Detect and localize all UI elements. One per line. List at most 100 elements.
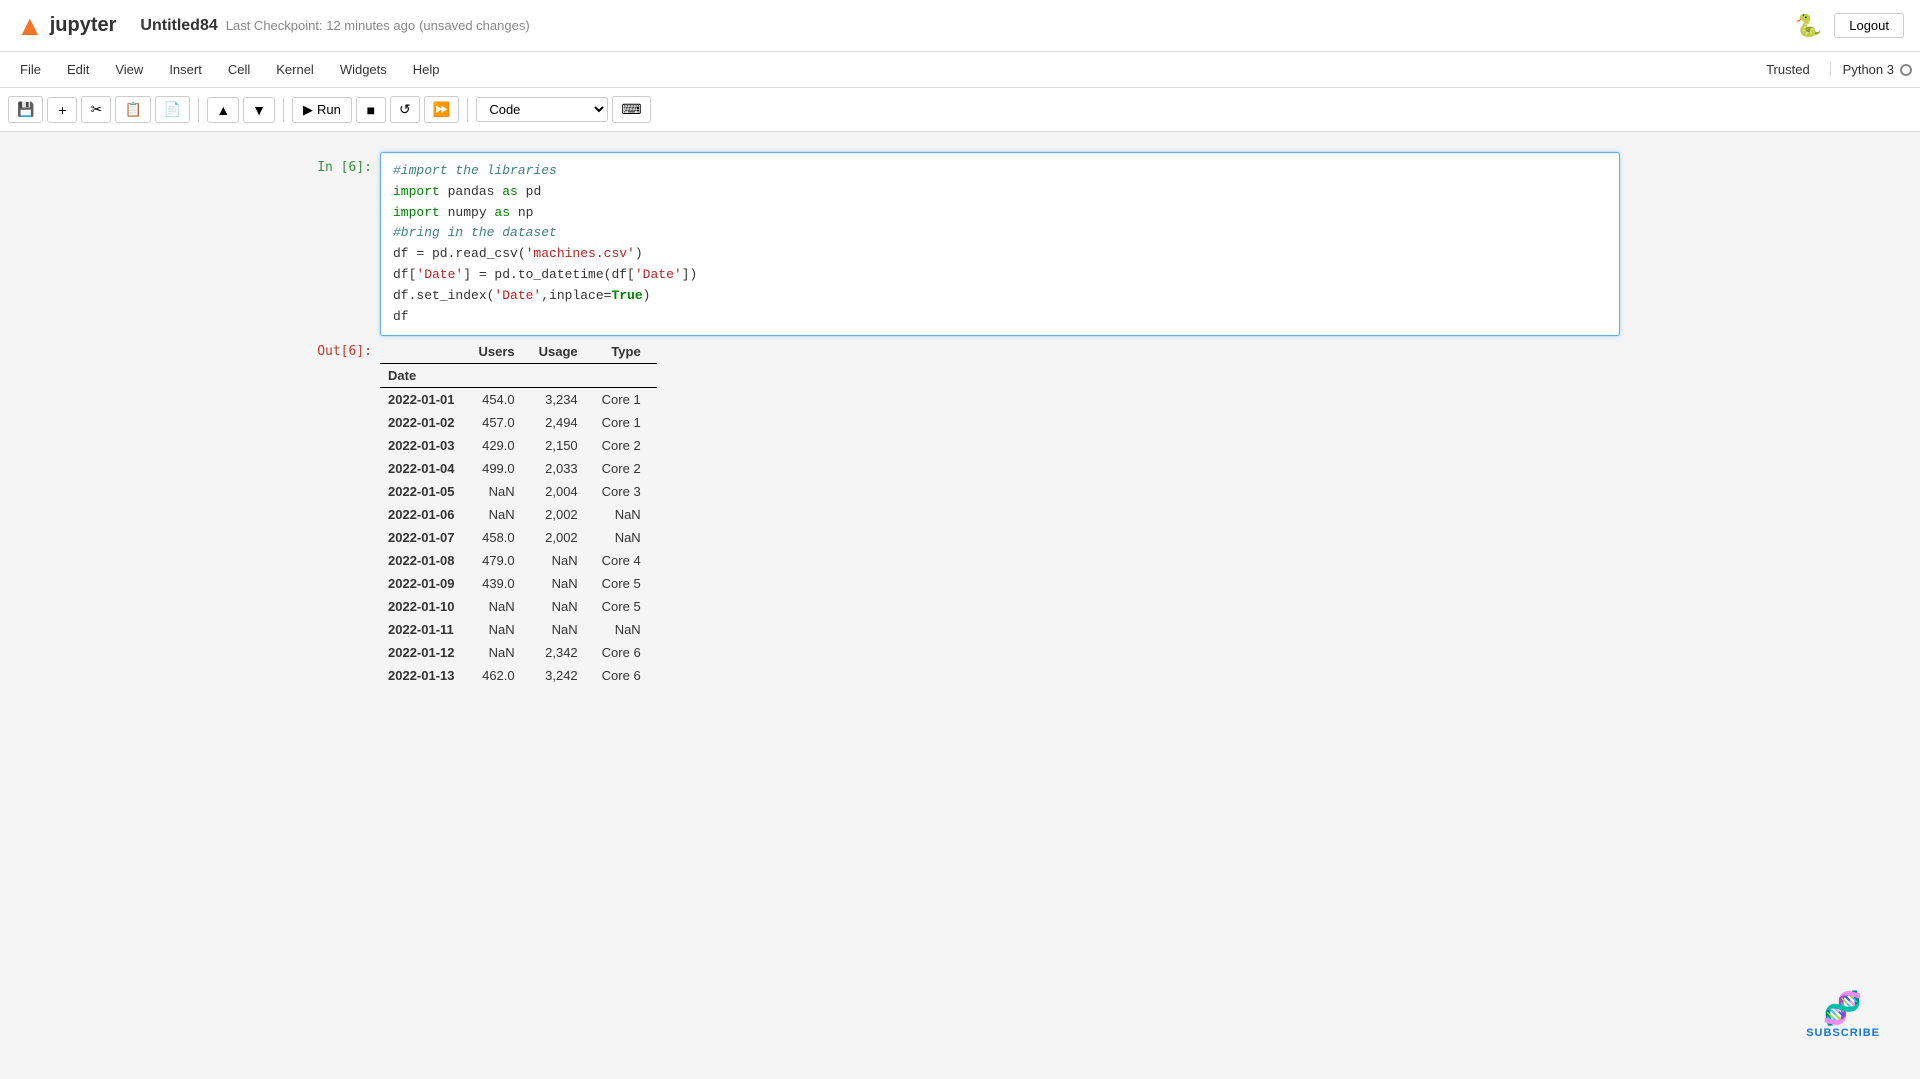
menu-view[interactable]: View — [103, 58, 155, 81]
content: In [6]: #import the libraries import pan… — [0, 132, 1920, 1032]
cell-date: 2022-01-06 — [380, 503, 471, 526]
cell-type: Core 5 — [594, 595, 657, 618]
save-button[interactable]: 💾 — [8, 96, 43, 123]
jupyter-logo: ▲ jupyter — [16, 10, 116, 42]
cell-usage: 3,234 — [531, 388, 594, 412]
table-body: 2022-01-01 454.0 3,234 Core 1 2022-01-02… — [380, 388, 657, 688]
col-index-label: Date — [380, 364, 471, 388]
toolbar: 💾 + ✂ 📋 📄 ▲ ▼ ▶ Run ■ ↺ ⏩ Code Markdown … — [0, 88, 1920, 132]
cell-date: 2022-01-02 — [380, 411, 471, 434]
table-row: 2022-01-05 NaN 2,004 Core 3 — [380, 480, 657, 503]
cell-date: 2022-01-04 — [380, 457, 471, 480]
code-line-1: #import the libraries — [393, 161, 1607, 182]
cell-type: Core 6 — [594, 641, 657, 664]
table-row: 2022-01-10 NaN NaN Core 5 — [380, 595, 657, 618]
run-icon: ▶ — [303, 102, 313, 118]
cell-type: Core 4 — [594, 549, 657, 572]
code-cell: In [6]: #import the libraries import pan… — [300, 152, 1620, 691]
dna-icon: 🧬 — [1823, 989, 1863, 1027]
cell-users: 439.0 — [471, 572, 531, 595]
move-up-button[interactable]: ▲ — [207, 97, 239, 123]
cell-type: NaN — [594, 503, 657, 526]
paste-cell-button[interactable]: 📄 — [155, 96, 190, 123]
cell-usage: 2,004 — [531, 480, 594, 503]
kernel-label: Python 3 — [1843, 62, 1894, 77]
cell-users: 454.0 — [471, 388, 531, 412]
run-label: Run — [317, 102, 341, 117]
separator-3 — [467, 98, 468, 122]
cell-type: Core 2 — [594, 457, 657, 480]
cell-usage: NaN — [531, 595, 594, 618]
interrupt-button[interactable]: ■ — [356, 97, 386, 123]
code-line-7: df.set_index('Date',inplace=True) — [393, 286, 1607, 307]
menu-cell[interactable]: Cell — [216, 58, 262, 81]
cell-date: 2022-01-05 — [380, 480, 471, 503]
add-cell-button[interactable]: + — [47, 97, 77, 123]
cell-users: NaN — [471, 595, 531, 618]
keyboard-shortcuts-button[interactable]: ⌨ — [612, 96, 650, 123]
cell-date: 2022-01-03 — [380, 434, 471, 457]
menu-widgets[interactable]: Widgets — [328, 58, 399, 81]
col-sub-usage — [531, 364, 594, 388]
cell-users: 462.0 — [471, 664, 531, 687]
menu-kernel[interactable]: Kernel — [264, 58, 326, 81]
cell-users: 457.0 — [471, 411, 531, 434]
menu-help[interactable]: Help — [401, 58, 452, 81]
cell-users: NaN — [471, 503, 531, 526]
jupyter-logo-text: jupyter — [50, 14, 117, 37]
cell-usage: 2,002 — [531, 526, 594, 549]
cell-users: NaN — [471, 480, 531, 503]
code-line-5: df = pd.read_csv('machines.csv') — [393, 244, 1607, 265]
notebook-title[interactable]: Untitled84 — [140, 17, 217, 35]
table-row: 2022-01-01 454.0 3,234 Core 1 — [380, 388, 657, 412]
output-content: Users Usage Type Date — [380, 336, 1620, 691]
cell-type: NaN — [594, 526, 657, 549]
menu-right: Trusted Python 3 — [1758, 60, 1912, 79]
menu-edit[interactable]: Edit — [55, 58, 101, 81]
cell-usage: NaN — [531, 549, 594, 572]
cell-date: 2022-01-01 — [380, 388, 471, 412]
cell-date: 2022-01-12 — [380, 641, 471, 664]
col-sub-type — [594, 364, 657, 388]
notebook: In [6]: #import the libraries import pan… — [260, 152, 1660, 691]
cell-type-select[interactable]: Code Markdown Raw NBConvert Heading — [476, 97, 608, 122]
code-editor[interactable]: #import the libraries import pandas as p… — [380, 152, 1620, 336]
table-row: 2022-01-04 499.0 2,033 Core 2 — [380, 457, 657, 480]
trusted-badge: Trusted — [1758, 60, 1818, 79]
cell-usage: NaN — [531, 572, 594, 595]
col-header-usage: Usage — [531, 340, 594, 364]
logout-button[interactable]: Logout — [1834, 13, 1904, 38]
copy-cell-button[interactable]: 📋 — [115, 96, 150, 123]
cell-output: Out[6]: Users Usage Type Date — [300, 336, 1620, 691]
code-line-3: import numpy as np — [393, 203, 1607, 224]
cell-in-label: In [6]: — [300, 152, 380, 175]
cell-type: Core 1 — [594, 411, 657, 434]
separator-1 — [198, 98, 199, 122]
cell-out-label: Out[6]: — [300, 336, 380, 359]
table-row: 2022-01-13 462.0 3,242 Core 6 — [380, 664, 657, 687]
restart-button[interactable]: ↺ — [390, 96, 420, 123]
cell-type: Core 5 — [594, 572, 657, 595]
cell-type: Core 3 — [594, 480, 657, 503]
cell-date: 2022-01-10 — [380, 595, 471, 618]
menu-insert[interactable]: Insert — [157, 58, 214, 81]
menu-file[interactable]: File — [8, 58, 53, 81]
run-button[interactable]: ▶ Run — [292, 97, 352, 123]
jupyter-logo-icon: ▲ — [16, 10, 44, 42]
cell-date: 2022-01-11 — [380, 618, 471, 641]
menu-bar: File Edit View Insert Cell Kernel Widget… — [0, 52, 1920, 88]
restart-run-all-button[interactable]: ⏩ — [424, 96, 459, 123]
table-header-row: Users Usage Type — [380, 340, 657, 364]
col-header-type: Type — [594, 340, 657, 364]
cut-cell-button[interactable]: ✂ — [81, 96, 111, 123]
code-line-6: df['Date'] = pd.to_datetime(df['Date']) — [393, 265, 1607, 286]
move-down-button[interactable]: ▼ — [243, 97, 275, 123]
cell-usage: NaN — [531, 618, 594, 641]
kernel-status-icon — [1900, 64, 1912, 76]
cell-type: NaN — [594, 618, 657, 641]
code-line-2: import pandas as pd — [393, 182, 1607, 203]
checkpoint-text: Last Checkpoint: 12 minutes ago — [226, 18, 415, 33]
cell-usage: 2,002 — [531, 503, 594, 526]
cell-type: Core 6 — [594, 664, 657, 687]
table-row: 2022-01-06 NaN 2,002 NaN — [380, 503, 657, 526]
